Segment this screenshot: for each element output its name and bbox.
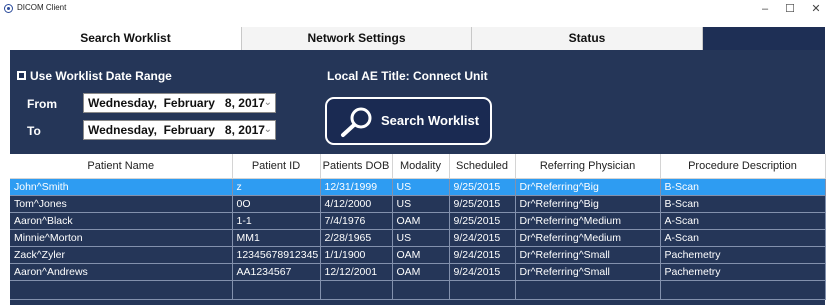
tab-status[interactable]: Status xyxy=(472,27,703,50)
table-row[interactable]: Minnie^Morton MM1 2/28/1965 US 9/24/2015… xyxy=(10,229,826,247)
cell-patients-dob[interactable]: 12/12/2001 xyxy=(320,263,393,281)
to-date-picker[interactable]: Wednesday, February 8, 2017 ⌄ xyxy=(83,120,276,140)
column-header-patients-dob[interactable]: Patients DOB xyxy=(320,154,393,179)
cell-modality[interactable]: US xyxy=(392,229,450,247)
cell-modality[interactable]: US xyxy=(392,195,450,213)
column-header-scheduled[interactable]: Scheduled xyxy=(449,154,516,179)
table-row[interactable]: Aaron^Black 1-1 7/4/1976 OAM 9/25/2015 D… xyxy=(10,212,826,230)
column-header-procedure-description[interactable]: Procedure Description xyxy=(660,154,826,179)
cell-scheduled[interactable]: 9/24/2015 xyxy=(449,229,516,247)
cell-scheduled[interactable]: 9/25/2015 xyxy=(449,178,516,196)
tab-bar: Search Worklist Network Settings Status xyxy=(10,27,825,50)
search-worklist-button[interactable]: Search Worklist xyxy=(325,97,492,145)
column-header-modality[interactable]: Modality xyxy=(392,154,450,179)
cell-procedure-description[interactable]: Pachemetry xyxy=(660,263,826,281)
cell-patients-dob[interactable]: 4/12/2000 xyxy=(320,195,393,213)
cell-patient-id[interactable]: z xyxy=(232,178,321,196)
cell-scheduled[interactable]: 9/24/2015 xyxy=(449,263,516,281)
cell-patient-id[interactable]: 1-1 xyxy=(232,212,321,230)
worklist-table: Patient Name Patient ID Patients DOB Mod… xyxy=(10,154,826,300)
cell-patient-name[interactable]: Zack^Zyler xyxy=(10,246,233,264)
to-date-value: Wednesday, February 8, 2017 xyxy=(88,123,265,137)
search-worklist-button-label: Search Worklist xyxy=(381,113,480,128)
cell-patient-name[interactable]: John^Smith xyxy=(10,178,233,196)
cell-patient-name[interactable]: Aaron^Andrews xyxy=(10,263,233,281)
chevron-down-icon[interactable]: ⌄ xyxy=(264,121,272,139)
cell-patient-id[interactable]: 12345678912345 xyxy=(232,246,321,264)
column-header-referring-physician[interactable]: Referring Physician xyxy=(515,154,661,179)
cell-procedure-description[interactable]: A-Scan xyxy=(660,229,826,247)
cell-patient-id[interactable]: MM1 xyxy=(232,229,321,247)
table-row-empty xyxy=(10,280,826,300)
search-icon xyxy=(341,107,372,137)
local-ae-title: Local AE Title: Connect Unit xyxy=(327,69,488,83)
table-header-row: Patient Name Patient ID Patients DOB Mod… xyxy=(10,154,826,179)
chevron-down-icon[interactable]: ⌄ xyxy=(264,94,272,112)
cell-referring-physician[interactable]: Dr^Referring^Medium xyxy=(515,212,661,230)
cell-patient-name[interactable]: Minnie^Morton xyxy=(10,229,233,247)
cell-modality[interactable]: US xyxy=(392,178,450,196)
tab-network-settings[interactable]: Network Settings xyxy=(242,27,472,50)
cell-patient-name[interactable]: Tom^Jones xyxy=(10,195,233,213)
window-title: DICOM Client xyxy=(17,3,67,12)
from-label: From xyxy=(27,97,57,111)
cell-modality[interactable]: OAM xyxy=(392,212,450,230)
title-bar: DICOM Client – ☐ ✕ xyxy=(0,0,832,18)
cell-patient-name[interactable]: Aaron^Black xyxy=(10,212,233,230)
app-icon xyxy=(4,4,13,13)
minimize-button[interactable]: – xyxy=(752,0,778,18)
cell-referring-physician[interactable]: Dr^Referring^Medium xyxy=(515,229,661,247)
cell-procedure-description[interactable]: Pachemetry xyxy=(660,246,826,264)
cell-patients-dob[interactable]: 1/1/1900 xyxy=(320,246,393,264)
cell-referring-physician[interactable]: Dr^Referring^Small xyxy=(515,263,661,281)
cell-patient-id[interactable]: 0O xyxy=(232,195,321,213)
cell-scheduled[interactable]: 9/25/2015 xyxy=(449,212,516,230)
cell-modality[interactable]: OAM xyxy=(392,263,450,281)
table-row[interactable]: Zack^Zyler 12345678912345 1/1/1900 OAM 9… xyxy=(10,246,826,264)
cell-scheduled[interactable]: 9/24/2015 xyxy=(449,246,516,264)
cell-referring-physician[interactable]: Dr^Referring^Small xyxy=(515,246,661,264)
table-row[interactable]: John^Smith z 12/31/1999 US 9/25/2015 Dr^… xyxy=(10,178,826,196)
cell-scheduled[interactable]: 9/25/2015 xyxy=(449,195,516,213)
table-row[interactable]: Tom^Jones 0O 4/12/2000 US 9/25/2015 Dr^R… xyxy=(10,195,826,213)
cell-patient-id[interactable]: AA1234567 xyxy=(232,263,321,281)
cell-referring-physician[interactable]: Dr^Referring^Big xyxy=(515,178,661,196)
cell-patients-dob[interactable]: 7/4/1976 xyxy=(320,212,393,230)
cell-patients-dob[interactable]: 12/31/1999 xyxy=(320,178,393,196)
cell-modality[interactable]: OAM xyxy=(392,246,450,264)
column-header-patient-id[interactable]: Patient ID xyxy=(232,154,321,179)
cell-procedure-description[interactable]: B-Scan xyxy=(660,195,826,213)
from-date-picker[interactable]: Wednesday, February 8, 2017 ⌄ xyxy=(83,93,276,113)
maximize-button[interactable]: ☐ xyxy=(777,0,803,18)
cell-procedure-description[interactable]: B-Scan xyxy=(660,178,826,196)
to-label: To xyxy=(27,124,41,138)
cell-referring-physician[interactable]: Dr^Referring^Big xyxy=(515,195,661,213)
use-date-range-checkbox[interactable] xyxy=(17,71,26,80)
close-button[interactable]: ✕ xyxy=(803,0,829,18)
table-row[interactable]: Aaron^Andrews AA1234567 12/12/2001 OAM 9… xyxy=(10,263,826,281)
cell-procedure-description[interactable]: A-Scan xyxy=(660,212,826,230)
cell-patients-dob[interactable]: 2/28/1965 xyxy=(320,229,393,247)
tab-search-worklist[interactable]: Search Worklist xyxy=(10,27,242,50)
from-date-value: Wednesday, February 8, 2017 xyxy=(88,96,265,110)
column-header-patient-name[interactable]: Patient Name xyxy=(10,154,233,179)
use-date-range-label: Use Worklist Date Range xyxy=(30,69,172,83)
